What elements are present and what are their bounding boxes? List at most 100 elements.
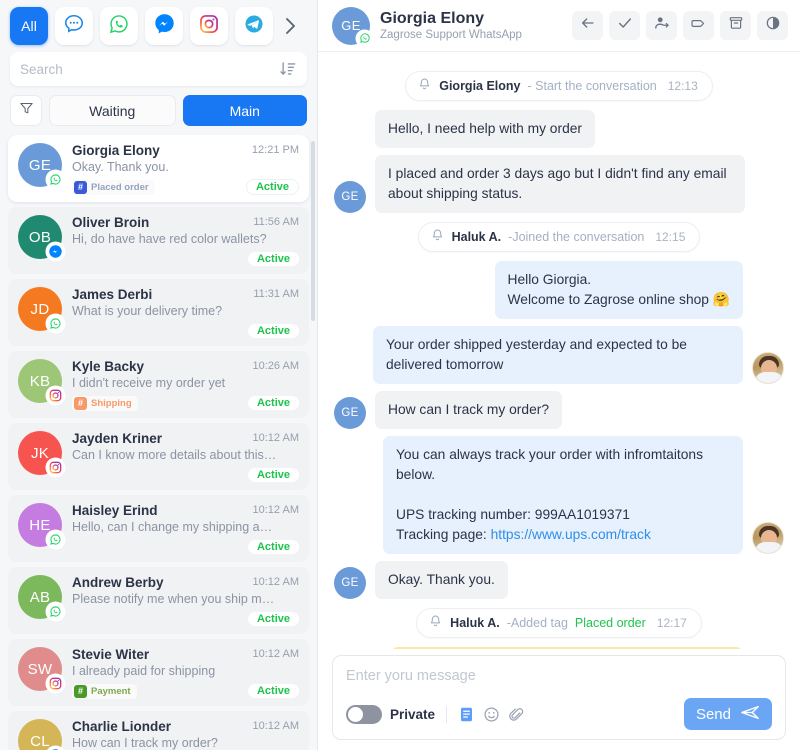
tracking-link[interactable]: https://www.ups.com/track xyxy=(491,527,651,542)
status-badge: Active xyxy=(247,684,299,698)
conversation-name: Andrew Berby xyxy=(72,575,164,590)
system-event-name: Haluk A. xyxy=(451,230,502,244)
conversation-list-item[interactable]: AB Andrew Berby 10:12 AM Please notify me w… xyxy=(8,567,309,634)
whatsapp-channel-badge-icon xyxy=(47,603,64,620)
message-input[interactable] xyxy=(346,668,772,698)
tag-button[interactable] xyxy=(683,11,714,40)
status-badge: Active xyxy=(247,324,299,338)
composer: Private Send xyxy=(332,655,786,740)
resolve-button[interactable] xyxy=(609,11,640,40)
channel-filter-all[interactable]: All xyxy=(10,7,48,45)
archive-button[interactable] xyxy=(720,11,751,40)
conversation-list-item[interactable]: OB Oliver Broin 11:56 AM Hi, do have have r… xyxy=(8,207,309,274)
conversation-name: Giorgia Elony xyxy=(72,143,160,158)
emoji-smiley-icon[interactable] xyxy=(483,706,500,723)
conversation-body: James Derbi 11:31 AM What is your delivery… xyxy=(72,287,299,339)
chat-pane: GE Giorgia Elony Zagrose Support WhatsAp… xyxy=(318,0,800,750)
instagram-channel-badge-icon xyxy=(47,387,64,404)
conversation-list-item[interactable]: CL Charlie Lionder 10:12 AM How can I track… xyxy=(8,711,309,750)
avatar-initials: GE xyxy=(341,577,359,589)
conversation-tag[interactable]: # Payment xyxy=(72,683,137,699)
conversation-name: Kyle Backy xyxy=(72,359,145,374)
filter-funnel-icon xyxy=(19,101,34,121)
sidebar-scrollbar[interactable] xyxy=(311,135,315,750)
conversation-preview: I already paid for shipping xyxy=(72,664,216,678)
avatar-initials: HE xyxy=(29,516,51,534)
details-button[interactable] xyxy=(757,11,788,40)
avatar-initials: GE xyxy=(341,407,359,419)
conversation-tag[interactable]: # Shipping xyxy=(72,395,138,411)
conversation-list-item[interactable]: SW Stevie Witer 10:12 AM I already paid for… xyxy=(8,639,309,706)
message-row: GE I placed and order 3 days ago but I di… xyxy=(334,155,784,213)
bell-icon xyxy=(428,614,443,632)
tag-icon xyxy=(690,15,707,37)
avatar: OB xyxy=(18,215,64,260)
channel-filter-telegram[interactable] xyxy=(235,7,273,45)
conversation-list-item[interactable]: JK Jayden Kriner 10:12 AM Can I know more d… xyxy=(8,423,309,490)
system-event-row: Giorgia Elony - Start the conversation 12:… xyxy=(334,71,784,101)
system-event-name: Giorgia Elony xyxy=(439,79,521,93)
conversation-tag[interactable]: # Placed order xyxy=(72,179,155,195)
conversation-body: Stevie Witer 10:12 AM I already paid for s… xyxy=(72,647,299,699)
conversation-list-item[interactable]: KB Kyle Backy 10:26 AM I didn't receive my … xyxy=(8,351,309,418)
whatsapp-icon xyxy=(108,13,130,40)
conversation-time: 12:21 PM xyxy=(251,144,299,156)
instagram-icon xyxy=(198,13,220,40)
archive-box-icon xyxy=(728,15,744,36)
conversation-list-item[interactable]: GE Giorgia Elony 12:21 PM Okay. Thank you. #… xyxy=(8,135,309,202)
channel-filter-livechat[interactable] xyxy=(55,7,93,45)
bell-icon xyxy=(420,78,430,90)
system-event-name: Haluk A. xyxy=(450,616,500,630)
conversation-time: 10:26 AM xyxy=(252,360,299,372)
channel-filter-whatsapp[interactable] xyxy=(100,7,138,45)
conversation-list-item[interactable]: HE Haisley Erind 10:12 AM Hello, can I chan… xyxy=(8,495,309,562)
send-button[interactable]: Send xyxy=(683,698,772,730)
chat-header-avatar: GE xyxy=(332,6,372,46)
channel-filter-messenger[interactable] xyxy=(145,7,183,45)
agent-avatar-photo xyxy=(752,522,784,554)
search-input[interactable] xyxy=(20,61,279,77)
message-bubble-incoming: Hello, I need help with my order xyxy=(375,110,596,148)
assign-button[interactable] xyxy=(646,11,677,40)
whatsapp-channel-badge-icon xyxy=(357,30,372,46)
conversation-body: Charlie Lionder 10:12 AM How can I track m… xyxy=(72,719,299,750)
conversation-time: 10:12 AM xyxy=(252,720,299,732)
channel-filter-bar: All xyxy=(0,0,317,50)
conversation-list-item[interactable]: JD James Derbi 11:31 AM What is your delive… xyxy=(8,279,309,346)
back-button[interactable] xyxy=(572,11,603,40)
whatsapp-channel-badge-icon xyxy=(47,531,64,548)
conversation-body: Jayden Kriner 10:12 AM Can I know more det… xyxy=(72,431,299,483)
conversation-time: 11:56 AM xyxy=(253,216,299,228)
conversation-list[interactable]: GE Giorgia Elony 12:21 PM Okay. Thank you. #… xyxy=(0,135,317,750)
avatar-circle: GE xyxy=(334,567,366,599)
conversation-footer: Active xyxy=(72,251,299,267)
tab-waiting[interactable]: Waiting xyxy=(49,95,176,126)
message-line-1: You can always track your order with inf… xyxy=(396,447,703,482)
canned-response-icon[interactable] xyxy=(458,706,475,723)
avatar-initials: GE xyxy=(341,191,359,203)
tab-main[interactable]: Main xyxy=(182,95,307,126)
conversation-footer: Active xyxy=(72,323,299,339)
private-toggle[interactable] xyxy=(346,704,382,724)
channels-next-button[interactable] xyxy=(280,17,300,35)
conversation-name: Stevie Witer xyxy=(72,647,150,662)
filter-button[interactable] xyxy=(10,95,42,126)
avatar: GE xyxy=(334,181,366,213)
conversation-header: Haisley Erind 10:12 AM xyxy=(72,503,299,518)
search-box[interactable] xyxy=(10,52,307,86)
channel-filter-instagram[interactable] xyxy=(190,7,228,45)
instagram-channel-badge-icon xyxy=(47,459,64,476)
bell-icon xyxy=(417,77,432,95)
sidebar-scrollbar-thumb[interactable] xyxy=(311,141,315,321)
message-row: GE How can I track my order? xyxy=(334,391,784,429)
system-event-pill: Haluk A. -Added tag Placed order 12:17 xyxy=(416,608,702,638)
channel-all-label: All xyxy=(21,18,37,34)
conversation-footer: Active xyxy=(72,611,299,627)
system-event-pill: Giorgia Elony - Start the conversation 12:… xyxy=(405,71,713,101)
message-row: You can always track your order with inf… xyxy=(334,436,784,554)
conversation-body: Giorgia Elony 12:21 PM Okay. Thank you. # Pl… xyxy=(72,143,299,195)
sort-descending-icon[interactable] xyxy=(279,60,297,78)
page-title: Giorgia Elony xyxy=(380,9,485,27)
conversation-preview: Okay. Thank you. xyxy=(72,160,169,174)
paperclip-attachment-icon[interactable] xyxy=(508,706,525,723)
